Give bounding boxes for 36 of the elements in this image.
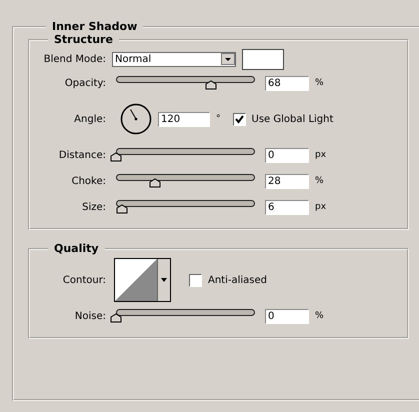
slider-thumb[interactable] xyxy=(110,152,122,162)
slider-thumb[interactable] xyxy=(110,313,122,323)
unit-label: px xyxy=(315,150,326,160)
value-field[interactable]: 68 xyxy=(265,76,309,90)
field-label: Choke: xyxy=(70,176,107,186)
unit-label: % xyxy=(315,176,324,186)
group-title: Quality xyxy=(53,242,100,255)
blend-mode-dropdown[interactable]: Normal xyxy=(112,52,236,66)
contour-picker[interactable] xyxy=(114,258,171,302)
unit-label: % xyxy=(315,78,324,88)
caret-icon xyxy=(160,277,168,283)
group-title: Structure xyxy=(53,33,114,46)
value-field[interactable]: 28 xyxy=(265,174,309,188)
field-label: Size: xyxy=(81,202,107,212)
field-label: Noise: xyxy=(74,310,107,322)
value-field[interactable]: 6 xyxy=(265,200,309,214)
field-label: Contour: xyxy=(62,274,107,286)
checkbox[interactable] xyxy=(232,112,246,126)
unit-label: ° xyxy=(216,114,220,124)
value-field[interactable]: 0 xyxy=(265,148,309,162)
field-label: Blend Mode: xyxy=(42,54,107,64)
checkbox[interactable] xyxy=(189,274,202,286)
panel-title: Inner Shadow xyxy=(51,20,138,33)
field-label: Distance: xyxy=(58,150,107,160)
caret-icon xyxy=(221,53,235,65)
unit-label: % xyxy=(315,311,324,321)
slider-thumb[interactable] xyxy=(116,204,128,214)
field-label: Angle: xyxy=(73,114,107,124)
unit-label: px xyxy=(315,202,326,212)
value-field[interactable]: 0 xyxy=(265,308,309,324)
checkbox-label: Anti-aliased xyxy=(208,274,268,286)
angle-dial[interactable] xyxy=(120,103,152,135)
color-swatch[interactable] xyxy=(242,48,284,70)
angle-field[interactable]: 120 xyxy=(158,112,210,126)
checkbox-label: Use Global Light xyxy=(252,114,334,124)
field-label: Opacity: xyxy=(64,78,107,88)
